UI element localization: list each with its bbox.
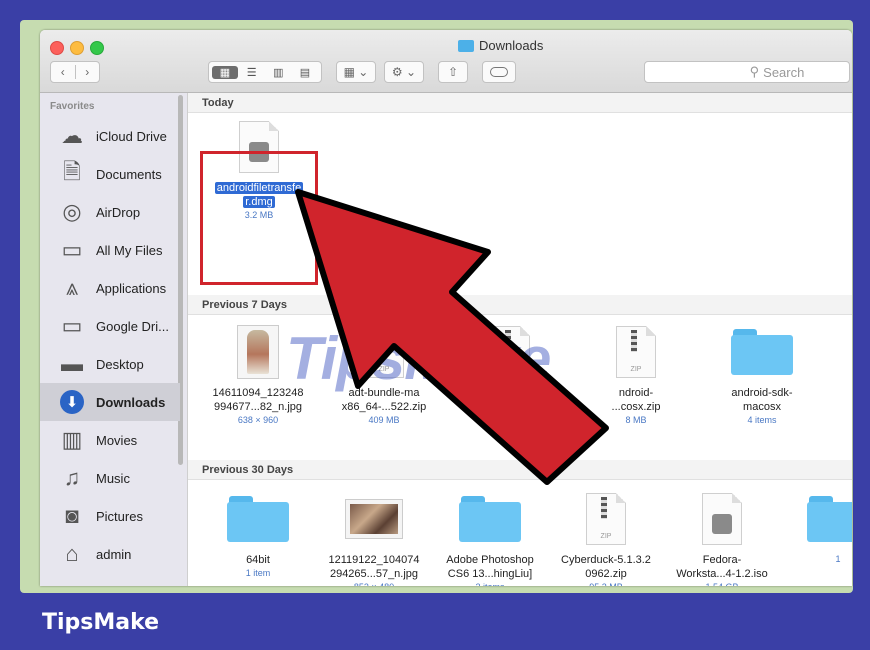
arrow-shape [295, 189, 609, 485]
pointer-arrow [295, 189, 609, 485]
brand-logo: TipsMake [42, 610, 160, 635]
finder-window: Downloads ‹ › ▦ ☰ ▥ ▤ ▦ ⌄ ⚙ ⌄ ⇧ ⚲ Search… [40, 30, 852, 586]
